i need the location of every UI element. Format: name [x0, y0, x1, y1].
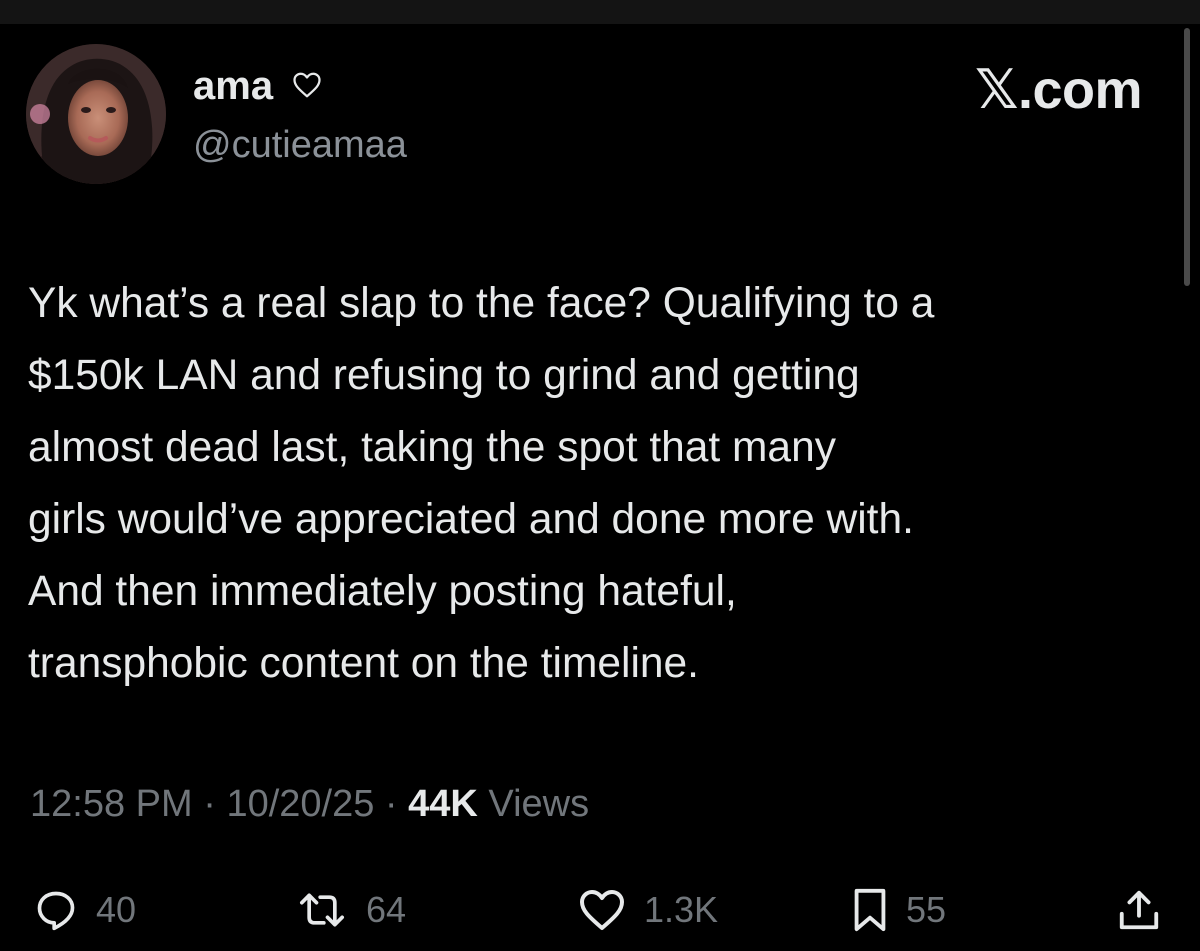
status-bar — [0, 0, 1200, 24]
display-name-text: ama — [193, 64, 274, 108]
author-display-name[interactable]: ama — [193, 62, 322, 110]
tweet-line: girls would’ve appreciated and done more… — [28, 496, 914, 543]
tweet-time[interactable]: 12:58 PM — [30, 783, 193, 825]
views-label: Views — [477, 783, 590, 825]
author-handle[interactable]: @cutieamaa — [193, 122, 407, 168]
tweet-line: almost dead last, taking the spot that m… — [28, 424, 836, 471]
meta-separator: · — [374, 783, 409, 825]
brand-suffix: .com — [1017, 60, 1143, 120]
reply-count: 40 — [96, 889, 137, 930]
tweet-meta: 12:58 PM · 10/20/25 · 44K Views — [30, 780, 589, 828]
like-count: 1.3K — [644, 889, 719, 930]
x-logo-icon: 𝕏 — [974, 58, 1019, 121]
action-bar: 40 64 1.3K 55 — [0, 878, 1200, 942]
tweet-line: And then immediately posting hateful, — [28, 568, 737, 615]
avatar[interactable] — [26, 44, 166, 184]
reply-button[interactable]: 40 — [34, 878, 136, 942]
tweet-line: Yk what’s a real slap to the face? Quali… — [28, 280, 935, 327]
brand-watermark: 𝕏.com — [974, 58, 1143, 122]
repost-icon — [300, 893, 344, 927]
scrollbar[interactable] — [1184, 28, 1190, 286]
share-icon — [1119, 890, 1159, 930]
repost-button[interactable]: 64 — [296, 878, 406, 942]
meta-separator: · — [192, 783, 227, 825]
tweet-date[interactable]: 10/20/25 — [226, 783, 374, 825]
share-button[interactable] — [1116, 878, 1162, 942]
reply-icon — [37, 891, 75, 931]
tweet-line: transphobic content on the timeline. — [28, 640, 699, 687]
heart-outline-icon — [293, 73, 321, 98]
tweet-line: $150k LAN and refusing to grind and gett… — [28, 352, 860, 399]
views-count: 44K — [408, 783, 478, 825]
profile-photo-icon — [26, 44, 166, 184]
tweet-text: Yk what’s a real slap to the face? Quali… — [28, 268, 1178, 700]
bookmark-button[interactable]: 55 — [852, 878, 946, 942]
heart-icon — [580, 890, 624, 930]
repost-count: 64 — [366, 889, 407, 930]
like-button[interactable]: 1.3K — [578, 878, 718, 942]
bookmark-icon — [854, 888, 886, 932]
bookmark-count: 55 — [906, 889, 947, 930]
